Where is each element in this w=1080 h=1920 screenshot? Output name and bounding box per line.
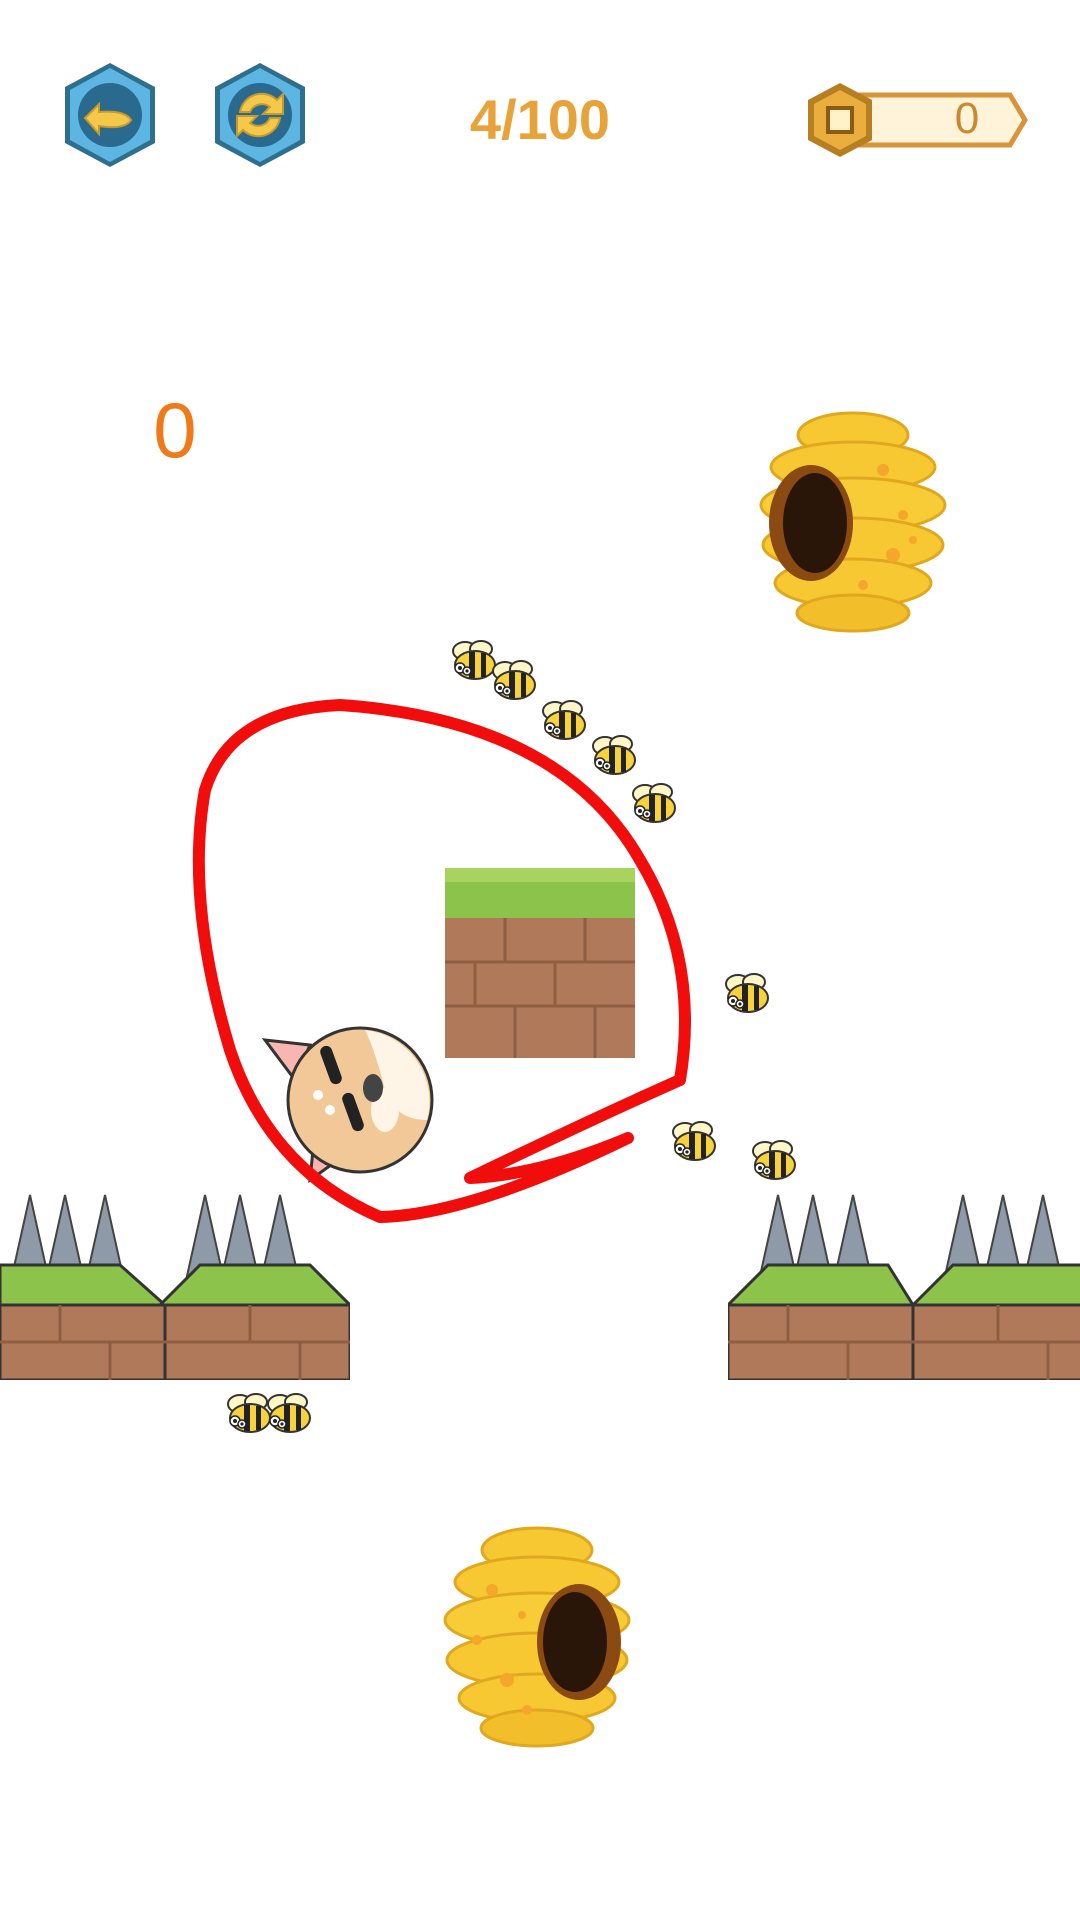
bee [267,1393,311,1433]
coin-count: 0 [954,94,980,143]
restart-icon [215,63,305,167]
coin-icon [808,83,872,157]
bee [632,783,676,823]
back-arrow-icon [65,63,155,167]
bee [725,973,769,1013]
shiba-ball [261,1026,434,1184]
bee [592,735,636,775]
bee [752,1140,796,1180]
spike-platform-left [0,1194,350,1380]
bee [227,1393,271,1433]
level-counter: 4/100 [469,88,611,151]
center-block [445,868,635,1058]
bee [492,660,536,700]
bee [542,700,586,740]
beehive-bottom [443,1526,631,1748]
restart-button[interactable] [205,60,315,170]
coin-counter: 0 [800,75,1030,165]
bee [672,1121,716,1161]
back-button[interactable] [55,60,165,170]
spike-platform-right [728,1194,1080,1380]
beehive-top [759,411,947,633]
score-counter: 0 [153,386,197,474]
bee [452,640,496,680]
